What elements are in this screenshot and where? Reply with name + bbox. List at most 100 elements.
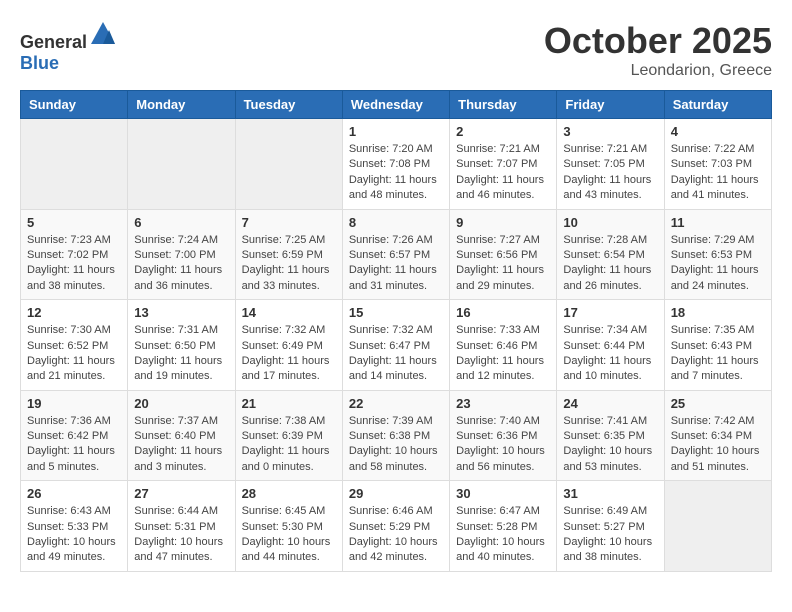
calendar-day-empty	[21, 119, 128, 210]
calendar-day-4: 4 Sunrise: 7:22 AM Sunset: 7:03 PM Daylig…	[664, 119, 771, 210]
calendar-week-row: 1 Sunrise: 7:20 AM Sunset: 7:08 PM Daylig…	[21, 119, 772, 210]
day-number: 10	[563, 215, 657, 230]
calendar-week-row: 19 Sunrise: 7:36 AM Sunset: 6:42 PM Dayli…	[21, 390, 772, 481]
day-info: Sunrise: 7:39 AM Sunset: 6:38 PM Dayligh…	[349, 414, 443, 476]
day-number: 9	[456, 215, 550, 230]
day-info: Sunrise: 7:23 AM Sunset: 7:02 PM Dayligh…	[27, 233, 121, 295]
day-info: Sunrise: 7:33 AM Sunset: 6:46 PM Dayligh…	[456, 323, 550, 385]
day-info: Sunrise: 6:46 AM Sunset: 5:29 PM Dayligh…	[349, 504, 443, 566]
calendar-week-row: 26 Sunrise: 6:43 AM Sunset: 5:33 PM Dayli…	[21, 481, 772, 572]
day-info: Sunrise: 7:32 AM Sunset: 6:47 PM Dayligh…	[349, 323, 443, 385]
calendar-table: SundayMondayTuesdayWednesdayThursdayFrid…	[20, 90, 772, 572]
calendar-day-11: 11Sunrise: 7:29 AM Sunset: 6:53 PM Dayli…	[664, 209, 771, 300]
day-number: 15	[349, 305, 443, 320]
calendar-day-5: 5 Sunrise: 7:23 AM Sunset: 7:02 PM Daylig…	[21, 209, 128, 300]
day-number: 6	[134, 215, 228, 230]
calendar-day-15: 15 Sunrise: 7:32 AM Sunset: 6:47 PM Dayli…	[342, 300, 449, 391]
day-number: 31	[563, 486, 657, 501]
calendar-day-10: 10 Sunrise: 7:28 AM Sunset: 6:54 PM Dayli…	[557, 209, 664, 300]
day-number: 7	[242, 215, 336, 230]
day-info: Sunrise: 6:49 AM Sunset: 5:27 PM Dayligh…	[563, 504, 657, 566]
day-number: 19	[27, 396, 121, 411]
weekday-header-monday: Monday	[128, 91, 235, 119]
calendar-day-22: 22 Sunrise: 7:39 AM Sunset: 6:38 PM Dayli…	[342, 390, 449, 481]
calendar-day-empty	[235, 119, 342, 210]
weekday-header-saturday: Saturday	[664, 91, 771, 119]
day-info: Sunrise: 7:22 AM Sunset: 7:03 PM Dayligh…	[671, 142, 765, 204]
calendar-day-26: 26 Sunrise: 6:43 AM Sunset: 5:33 PM Dayli…	[21, 481, 128, 572]
day-number: 21	[242, 396, 336, 411]
day-number: 22	[349, 396, 443, 411]
logo-icon	[89, 20, 117, 48]
day-info: Sunrise: 7:30 AM Sunset: 6:52 PM Dayligh…	[27, 323, 121, 385]
day-info: Sunrise: 7:34 AM Sunset: 6:44 PM Dayligh…	[563, 323, 657, 385]
logo: General Blue	[20, 20, 117, 74]
calendar-day-6: 6 Sunrise: 7:24 AM Sunset: 7:00 PM Daylig…	[128, 209, 235, 300]
calendar-day-25: 25Sunrise: 7:42 AM Sunset: 6:34 PM Dayli…	[664, 390, 771, 481]
day-info: Sunrise: 6:43 AM Sunset: 5:33 PM Dayligh…	[27, 504, 121, 566]
day-number: 12	[27, 305, 121, 320]
page-header: General Blue October 2025 Leondarion, Gr…	[20, 20, 772, 80]
day-info: Sunrise: 7:37 AM Sunset: 6:40 PM Dayligh…	[134, 414, 228, 476]
weekday-header-sunday: Sunday	[21, 91, 128, 119]
calendar-day-20: 20 Sunrise: 7:37 AM Sunset: 6:40 PM Dayli…	[128, 390, 235, 481]
day-number: 4	[671, 124, 765, 139]
calendar-day-21: 21Sunrise: 7:38 AM Sunset: 6:39 PM Dayli…	[235, 390, 342, 481]
calendar-day-empty	[664, 481, 771, 572]
day-info: Sunrise: 7:24 AM Sunset: 7:00 PM Dayligh…	[134, 233, 228, 295]
day-info: Sunrise: 6:45 AM Sunset: 5:30 PM Dayligh…	[242, 504, 336, 566]
calendar-day-empty	[128, 119, 235, 210]
day-number: 5	[27, 215, 121, 230]
calendar-day-24: 24Sunrise: 7:41 AM Sunset: 6:35 PM Dayli…	[557, 390, 664, 481]
calendar-day-29: 29 Sunrise: 6:46 AM Sunset: 5:29 PM Dayli…	[342, 481, 449, 572]
day-number: 25	[671, 396, 765, 411]
weekday-header-tuesday: Tuesday	[235, 91, 342, 119]
logo-general: General	[20, 32, 87, 52]
day-number: 30	[456, 486, 550, 501]
weekday-header-thursday: Thursday	[450, 91, 557, 119]
day-number: 28	[242, 486, 336, 501]
day-number: 27	[134, 486, 228, 501]
calendar-day-23: 23Sunrise: 7:40 AM Sunset: 6:36 PM Dayli…	[450, 390, 557, 481]
day-info: Sunrise: 7:20 AM Sunset: 7:08 PM Dayligh…	[349, 142, 443, 204]
day-number: 8	[349, 215, 443, 230]
day-info: Sunrise: 7:35 AM Sunset: 6:43 PM Dayligh…	[671, 323, 765, 385]
calendar-day-31: 31 Sunrise: 6:49 AM Sunset: 5:27 PM Dayli…	[557, 481, 664, 572]
day-info: Sunrise: 7:36 AM Sunset: 6:42 PM Dayligh…	[27, 414, 121, 476]
weekday-header-friday: Friday	[557, 91, 664, 119]
calendar-day-2: 2Sunrise: 7:21 AM Sunset: 7:07 PM Daylig…	[450, 119, 557, 210]
day-number: 29	[349, 486, 443, 501]
calendar-day-28: 28 Sunrise: 6:45 AM Sunset: 5:30 PM Dayli…	[235, 481, 342, 572]
calendar-day-14: 14 Sunrise: 7:32 AM Sunset: 6:49 PM Dayli…	[235, 300, 342, 391]
logo-blue: Blue	[20, 53, 59, 73]
day-number: 1	[349, 124, 443, 139]
day-info: Sunrise: 6:47 AM Sunset: 5:28 PM Dayligh…	[456, 504, 550, 566]
weekday-header-row: SundayMondayTuesdayWednesdayThursdayFrid…	[21, 91, 772, 119]
calendar-day-1: 1 Sunrise: 7:20 AM Sunset: 7:08 PM Daylig…	[342, 119, 449, 210]
day-number: 16	[456, 305, 550, 320]
day-number: 23	[456, 396, 550, 411]
day-number: 17	[563, 305, 657, 320]
calendar-week-row: 12 Sunrise: 7:30 AM Sunset: 6:52 PM Dayli…	[21, 300, 772, 391]
month-title: October 2025	[544, 20, 772, 62]
calendar-day-17: 17 Sunrise: 7:34 AM Sunset: 6:44 PM Dayli…	[557, 300, 664, 391]
calendar-day-16: 16 Sunrise: 7:33 AM Sunset: 6:46 PM Dayli…	[450, 300, 557, 391]
day-info: Sunrise: 7:25 AM Sunset: 6:59 PM Dayligh…	[242, 233, 336, 295]
calendar-day-13: 13Sunrise: 7:31 AM Sunset: 6:50 PM Dayli…	[128, 300, 235, 391]
calendar-week-row: 5 Sunrise: 7:23 AM Sunset: 7:02 PM Daylig…	[21, 209, 772, 300]
calendar-day-7: 7 Sunrise: 7:25 AM Sunset: 6:59 PM Daylig…	[235, 209, 342, 300]
day-number: 3	[563, 124, 657, 139]
day-info: Sunrise: 7:26 AM Sunset: 6:57 PM Dayligh…	[349, 233, 443, 295]
calendar-day-3: 3Sunrise: 7:21 AM Sunset: 7:05 PM Daylig…	[557, 119, 664, 210]
day-info: Sunrise: 7:32 AM Sunset: 6:49 PM Dayligh…	[242, 323, 336, 385]
logo-text: General Blue	[20, 20, 117, 74]
day-number: 14	[242, 305, 336, 320]
day-number: 20	[134, 396, 228, 411]
day-number: 24	[563, 396, 657, 411]
day-info: Sunrise: 7:28 AM Sunset: 6:54 PM Dayligh…	[563, 233, 657, 295]
day-info: Sunrise: 7:21 AM Sunset: 7:07 PM Dayligh…	[456, 142, 550, 204]
calendar-day-9: 9Sunrise: 7:27 AM Sunset: 6:56 PM Daylig…	[450, 209, 557, 300]
day-number: 26	[27, 486, 121, 501]
calendar-day-18: 18Sunrise: 7:35 AM Sunset: 6:43 PM Dayli…	[664, 300, 771, 391]
weekday-header-wednesday: Wednesday	[342, 91, 449, 119]
